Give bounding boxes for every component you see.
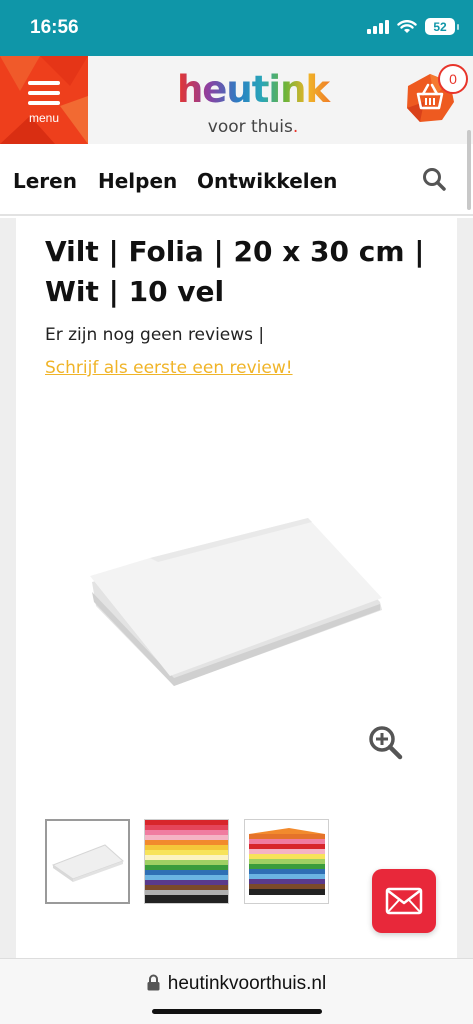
url-text: heutinkvoorthuis.nl <box>167 973 327 994</box>
nav-item-leren[interactable]: Leren <box>13 169 77 193</box>
thumbnail-rainbow-stack <box>145 820 228 903</box>
product-image[interactable] <box>86 510 388 690</box>
wifi-icon <box>397 19 417 33</box>
logo-wordmark: heutink <box>168 66 338 119</box>
hamburger-icon <box>28 81 60 111</box>
nav-item-ontwikkelen[interactable]: Ontwikkelen <box>197 169 337 193</box>
main-nav: Leren Helpen Ontwikkelen <box>0 144 473 216</box>
site-header: menu heutink voor thuis. 0 <box>0 56 473 144</box>
cart-count-badge: 0 <box>438 64 468 94</box>
menu-button[interactable]: menu <box>0 56 88 144</box>
home-indicator <box>152 1009 322 1014</box>
product-title: Vilt | Folia | 20 x 30 cm | Wit | 10 vel <box>45 235 425 308</box>
logo[interactable]: heutink voor thuis. <box>168 66 338 137</box>
menu-label: menu <box>28 111 60 125</box>
page-scrollbar[interactable] <box>467 130 471 210</box>
mail-icon <box>385 887 423 915</box>
write-review-link[interactable]: Schrijf als eerste een review! <box>45 358 293 378</box>
logo-text: heutink <box>177 68 331 110</box>
browser-url-bar[interactable]: heutinkvoorthuis.nl <box>0 958 473 1024</box>
nav-item-helpen[interactable]: Helpen <box>98 169 177 193</box>
status-icons: 52 <box>367 18 459 35</box>
battery-level: 52 <box>433 19 447 34</box>
battery-icon: 52 <box>425 18 459 35</box>
thumbnail-2[interactable] <box>244 819 329 904</box>
url-display[interactable]: heutinkvoorthuis.nl <box>0 973 473 995</box>
contact-mail-button[interactable] <box>372 869 436 933</box>
thumbnail-0[interactable] <box>45 819 130 904</box>
zoom-icon[interactable] <box>367 724 405 762</box>
thumbnail-rainbow-stack-angled <box>249 828 325 895</box>
thumbnail-white-felt <box>51 844 124 882</box>
status-time: 16:56 <box>30 17 79 38</box>
status-bar: 16:56 52 <box>0 0 473 56</box>
signal-icon <box>367 19 389 34</box>
search-icon[interactable] <box>421 166 447 192</box>
lock-icon <box>147 974 160 991</box>
logo-tagline: voor thuis. <box>207 117 299 137</box>
reviews-status: Er zijn nog geen reviews | <box>45 325 265 345</box>
thumbnail-1[interactable] <box>144 819 229 904</box>
